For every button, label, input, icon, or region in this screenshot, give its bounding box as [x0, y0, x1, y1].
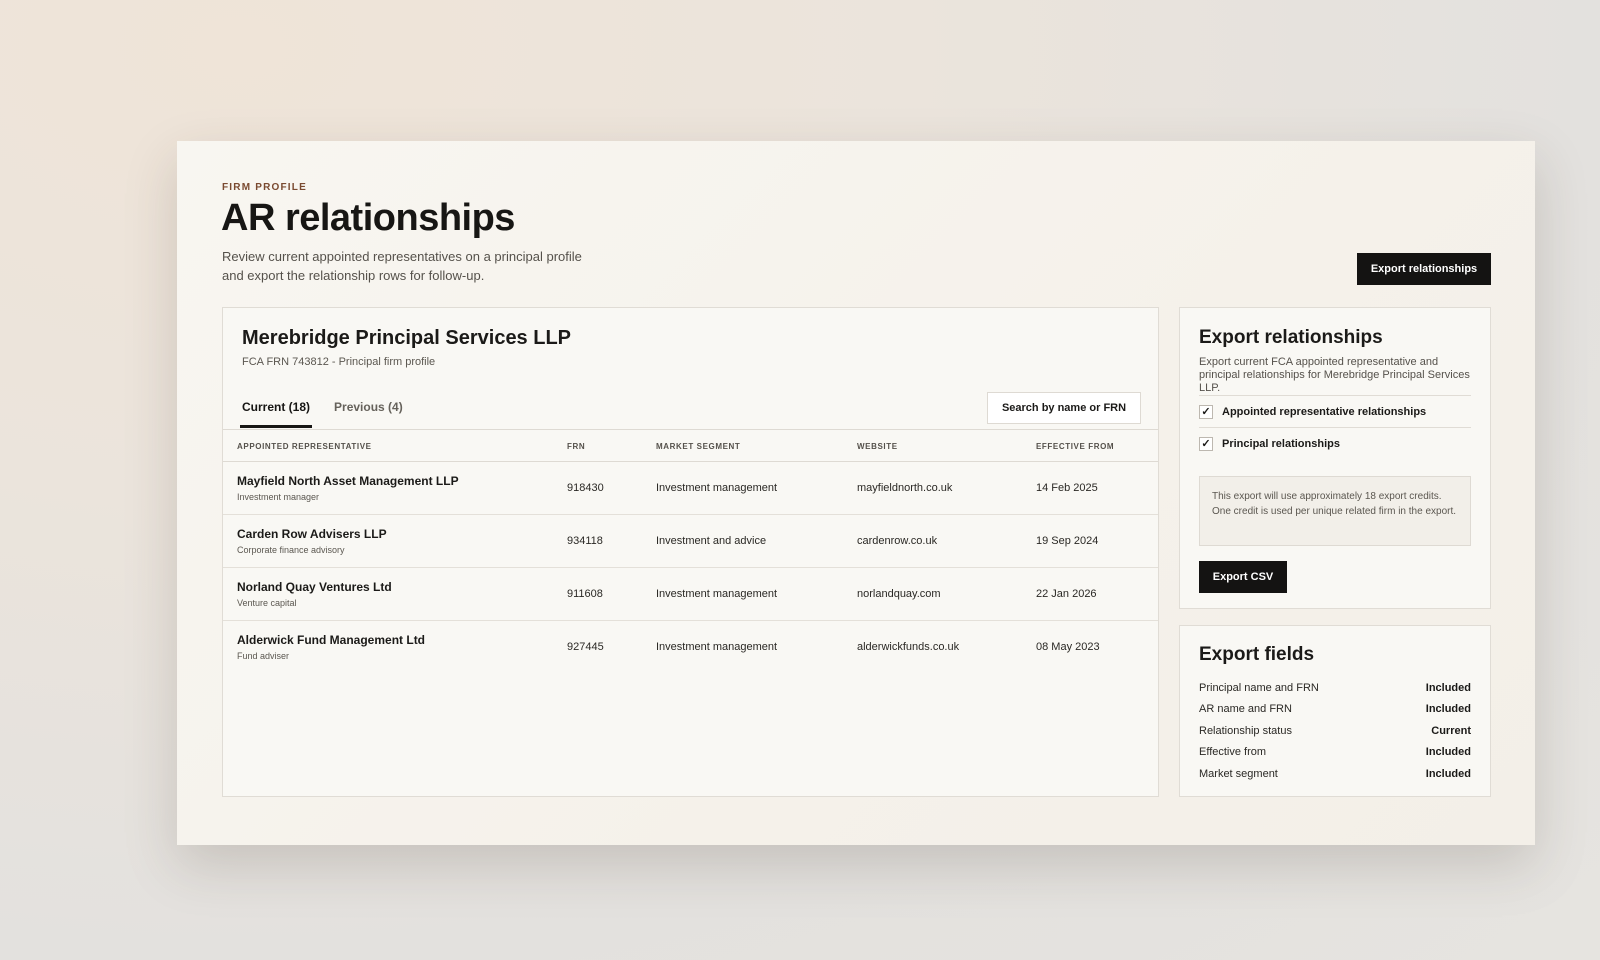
- option-label: Principal relationships: [1222, 437, 1340, 450]
- ar-segment: Investment and advice: [656, 535, 767, 547]
- table-row[interactable]: Mayfield North Asset Management LLP Inve…: [223, 462, 1158, 515]
- field-label: AR name and FRN: [1199, 703, 1292, 716]
- ar-type: Fund adviser: [237, 651, 290, 661]
- export-csv-button[interactable]: Export CSV: [1199, 561, 1287, 593]
- ar-website[interactable]: norlandquay.com: [857, 588, 941, 600]
- ar-type: Investment manager: [237, 492, 320, 502]
- list-item: AR name and FRN Included: [1199, 699, 1471, 721]
- table-row[interactable]: Norland Quay Ventures Ltd Venture capita…: [223, 568, 1158, 621]
- field-status: Included: [1425, 703, 1471, 716]
- ar-effective-date: 14 Feb 2025: [1036, 482, 1098, 494]
- checkbox-checked-icon[interactable]: ✓: [1199, 404, 1213, 419]
- tab-current[interactable]: Current (18): [240, 388, 313, 428]
- field-status: Included: [1425, 746, 1471, 759]
- column-header-appointed-representative[interactable]: APPOINTED REPRESENTATIVE: [237, 442, 372, 451]
- ar-effective-date: 22 Jan 2026: [1036, 588, 1097, 600]
- firm-name: Merebridge Principal Services LLP: [242, 327, 572, 349]
- field-label: Principal name and FRN: [1199, 681, 1319, 694]
- field-status: Included: [1425, 681, 1471, 694]
- export-panel-title: Export relationships: [1199, 327, 1383, 348]
- ar-type: Venture capital: [237, 598, 297, 608]
- export-fields-panel: Export fields Principal name and FRN Inc…: [1179, 625, 1491, 797]
- firm-profile-card: FIRM PROFILE AR relationships Review cur…: [177, 141, 1535, 845]
- list-item: Principal name and FRN Included: [1199, 677, 1471, 699]
- tab-bar: Current (18) Previous (4): [240, 388, 425, 428]
- option-principal-relationships[interactable]: ✓ Principal relationships: [1199, 427, 1471, 459]
- page-title: AR relationships: [221, 197, 515, 239]
- tab-previous[interactable]: Previous (4): [332, 388, 405, 428]
- option-label: Appointed representative relationships: [1222, 405, 1427, 418]
- column-header-effective-from[interactable]: EFFECTIVE FROM: [1036, 442, 1114, 451]
- ar-effective-date: 08 May 2023: [1036, 641, 1100, 653]
- ar-segment: Investment management: [656, 482, 778, 494]
- ar-website[interactable]: mayfieldnorth.co.uk: [857, 482, 952, 494]
- export-panel-description: Export current FCA appointed representat…: [1199, 356, 1470, 394]
- list-item: Effective from Included: [1199, 742, 1471, 764]
- relationships-panel: Merebridge Principal Services LLP FCA FR…: [222, 307, 1159, 797]
- ar-effective-date: 19 Sep 2024: [1036, 535, 1099, 547]
- ar-type: Corporate finance advisory: [237, 545, 345, 555]
- table-row[interactable]: Alderwick Fund Management Ltd Fund advis…: [223, 621, 1158, 674]
- export-credit-notice: This export will use approximately 18 ex…: [1199, 476, 1471, 546]
- column-header-market-segment[interactable]: MARKET SEGMENT: [656, 442, 740, 451]
- checkbox-checked-icon[interactable]: ✓: [1199, 436, 1213, 451]
- ar-website[interactable]: alderwickfunds.co.uk: [857, 641, 959, 653]
- ar-segment: Investment management: [656, 641, 778, 653]
- export-fields-title: Export fields: [1199, 644, 1315, 665]
- column-header-frn[interactable]: FRN: [567, 442, 585, 451]
- field-label: Relationship status: [1199, 724, 1292, 737]
- ar-name[interactable]: Mayfield North Asset Management LLP: [237, 474, 459, 488]
- ar-frn: 934118: [567, 535, 603, 547]
- firm-subtitle: FCA FRN 743812 - Principal firm profile: [242, 356, 436, 368]
- table-header: APPOINTED REPRESENTATIVE FRN MARKET SEGM…: [223, 429, 1158, 462]
- ar-frn: 927445: [567, 641, 604, 653]
- search-button[interactable]: Search by name or FRN: [987, 392, 1141, 424]
- relationships-table: APPOINTED REPRESENTATIVE FRN MARKET SEGM…: [223, 429, 1158, 674]
- ar-segment: Investment management: [656, 588, 778, 600]
- field-label: Market segment: [1199, 767, 1278, 780]
- export-field-list: Principal name and FRN Included AR name …: [1199, 677, 1471, 785]
- table-row[interactable]: Carden Row Advisers LLP Corporate financ…: [223, 515, 1158, 568]
- export-panel: Export relationships Export current FCA …: [1179, 307, 1491, 609]
- list-item: Market segment Included: [1199, 763, 1471, 785]
- page-description: Review current appointed representatives…: [222, 249, 582, 283]
- ar-website[interactable]: cardenrow.co.uk: [857, 535, 937, 547]
- ar-name[interactable]: Carden Row Advisers LLP: [237, 527, 387, 541]
- ar-frn: 918430: [567, 482, 604, 494]
- export-relationships-button[interactable]: Export relationships: [1357, 253, 1491, 285]
- option-appointed-representative-relationships[interactable]: ✓ Appointed representative relationships: [1199, 395, 1471, 427]
- field-status: Included: [1425, 767, 1471, 780]
- eyebrow-label: FIRM PROFILE: [222, 182, 307, 193]
- list-item: Relationship status Current: [1199, 720, 1471, 742]
- field-label: Effective from: [1199, 746, 1267, 759]
- ar-name[interactable]: Alderwick Fund Management Ltd: [237, 633, 425, 647]
- column-header-website[interactable]: WEBSITE: [857, 442, 898, 451]
- ar-frn: 911608: [567, 588, 603, 600]
- field-status: Current: [1431, 724, 1471, 737]
- ar-name[interactable]: Norland Quay Ventures Ltd: [237, 580, 392, 594]
